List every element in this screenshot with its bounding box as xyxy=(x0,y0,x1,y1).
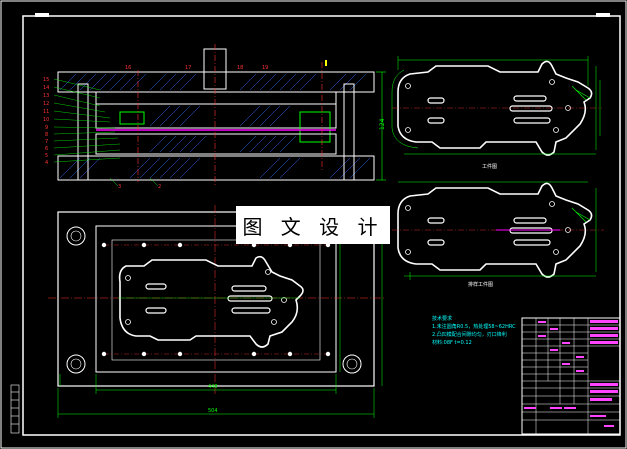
strip-view-label: 排样工件图 xyxy=(468,281,493,288)
part-label-14: 14 xyxy=(43,85,49,91)
bottom-plate xyxy=(57,155,375,181)
circle-hole-icon xyxy=(342,354,362,374)
notes-line-3: 材料:08F t=0.12 xyxy=(432,339,472,346)
left-margin-strip xyxy=(10,384,20,434)
title-block-entries xyxy=(524,320,618,427)
part-label-11: 11 xyxy=(43,109,49,115)
circle-hole-icon xyxy=(66,226,86,246)
die-hatch xyxy=(149,135,297,153)
part-label-9: 9 xyxy=(45,125,48,131)
inner-width-dim-text: 448 xyxy=(208,384,218,390)
part-label-5: 5 xyxy=(45,153,48,159)
part-label-2: 2 xyxy=(158,184,161,190)
workpiece-slots xyxy=(427,95,553,124)
circle-hole-icon xyxy=(66,354,86,374)
part-label-12: 12 xyxy=(43,101,49,107)
top-part-labels: 16 17 18 19 xyxy=(125,65,268,71)
blank-cavity-outline xyxy=(118,255,304,348)
part-label-15: 15 xyxy=(43,77,49,83)
part-label-8: 8 xyxy=(45,132,48,138)
watermark-label: 图 文 设 计 xyxy=(236,206,390,244)
notes-heading: 技术要求 xyxy=(432,315,452,322)
left-leaders xyxy=(53,78,121,163)
die-block-outline xyxy=(95,225,337,373)
sheet-top-mark-left xyxy=(35,13,49,17)
pilot-holes xyxy=(125,269,287,325)
title-block xyxy=(521,317,621,435)
part-label-3: 3 xyxy=(118,184,121,190)
workpiece-offset-line xyxy=(391,69,419,149)
die-insert-left xyxy=(119,111,145,125)
die-insert-right xyxy=(299,111,331,143)
part-label-13: 13 xyxy=(43,93,49,99)
strip-slots xyxy=(427,217,553,246)
circle-hole-inner xyxy=(70,230,82,242)
part-label-18: 18 xyxy=(237,65,243,71)
top-plate-hatch xyxy=(59,73,367,91)
height-dimension-text: 124 xyxy=(379,118,386,130)
pierce-slots xyxy=(145,283,273,314)
part-label-17: 17 xyxy=(185,65,191,71)
strip-blank-outline xyxy=(397,182,593,278)
notes-line-2: 2.凸凹模配合间隙均匀，刃口锋利 xyxy=(432,331,507,338)
workpiece-view-label: 工件图 xyxy=(482,163,497,170)
technical-notes: 技术要求 1.未注圆角R0.5，热处理58~62HRC 2.凸凹模配合间隙均匀，… xyxy=(432,315,516,346)
cad-drawing-canvas: 124 16 17 18 19 15 14 13 12 11 10 9 8 7 … xyxy=(0,0,627,449)
guide-pillar-left xyxy=(77,83,89,181)
part-label-6: 6 xyxy=(45,146,48,152)
strip-dims xyxy=(398,181,597,280)
strip-layout-view: 排样工件图 xyxy=(392,181,604,288)
workpiece-view: 工件图 xyxy=(391,56,602,170)
punch-holder xyxy=(95,91,337,105)
workpiece-outline xyxy=(397,60,593,156)
stripper-hatch xyxy=(149,105,291,127)
part-label-10: 10 xyxy=(43,117,49,123)
notes-line-1: 1.未注圆角R0.5，热处理58~62HRC xyxy=(432,323,516,330)
bottom-part-labels: 3 2 xyxy=(118,184,161,190)
die-inner-outline xyxy=(111,239,321,361)
circle-hole-inner xyxy=(346,358,358,370)
part-label-7: 7 xyxy=(45,139,48,145)
sheet-top-mark-right xyxy=(596,13,610,17)
part-label-19: 19 xyxy=(262,65,268,71)
part-label-16: 16 xyxy=(125,65,131,71)
left-part-labels: 15 14 13 12 11 10 9 8 7 6 5 4 xyxy=(43,77,49,166)
circle-hole-inner xyxy=(70,358,82,370)
part-label-4: 4 xyxy=(45,160,48,166)
outer-width-dim-text: 504 xyxy=(208,408,218,414)
die-section-view: 124 16 17 18 19 15 14 13 12 11 10 9 8 7 … xyxy=(43,44,386,190)
